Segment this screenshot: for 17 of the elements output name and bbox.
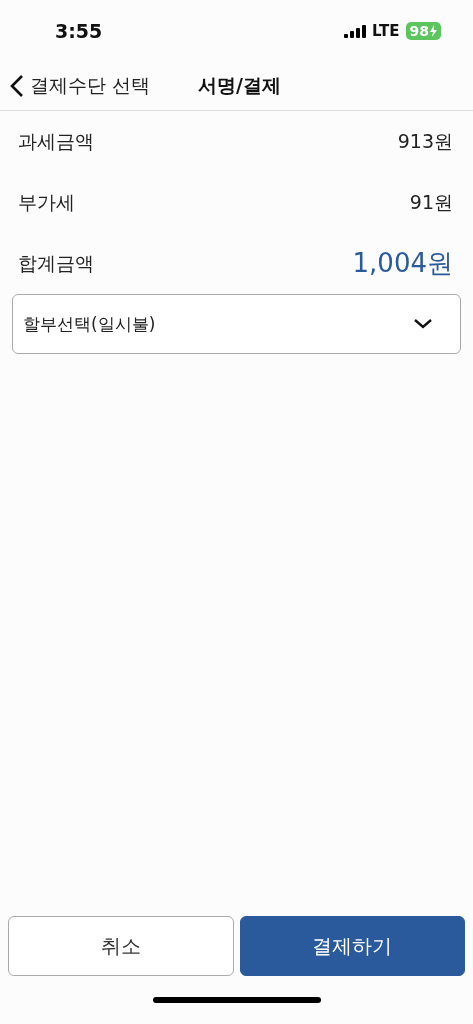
battery-icon: 98	[405, 22, 441, 40]
chevron-left-icon	[10, 74, 24, 98]
amount-label: 부가세	[18, 189, 75, 215]
total-amount: 1,004원	[352, 247, 453, 280]
page-title: 서명/결제	[198, 73, 281, 98]
chevron-down-icon	[414, 319, 432, 329]
installment-select[interactable]: 할부선택(일시불)	[12, 294, 461, 354]
signal-icon	[343, 24, 366, 38]
back-button[interactable]: 결제수단 선택	[10, 73, 151, 99]
status-time: 3:55	[55, 20, 103, 42]
pay-button[interactable]: 결제하기	[239, 916, 465, 976]
amount-label: 과세금액	[18, 128, 94, 154]
amount-value: 91원	[409, 189, 453, 215]
amount-label: 합계금액	[18, 250, 94, 276]
cancel-button[interactable]: 취소	[8, 916, 234, 976]
network-label: LTE	[371, 22, 400, 40]
amount-value: 913원	[397, 128, 453, 154]
